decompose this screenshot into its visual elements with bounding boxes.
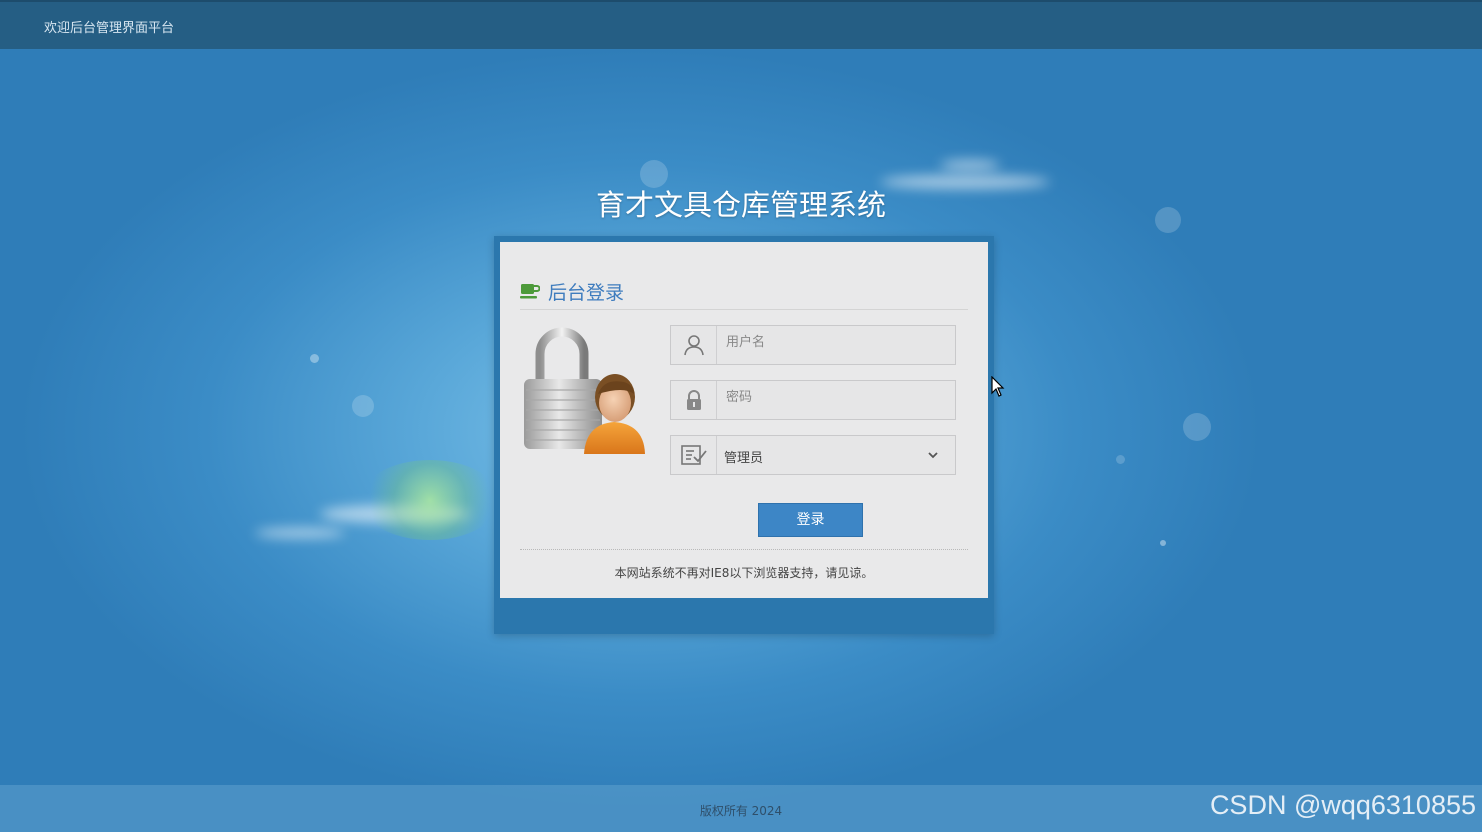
- lock-icon-box: [671, 381, 717, 419]
- browser-notice: 本网站系统不再对IE8以下浏览器支持，请见谅。: [614, 566, 874, 580]
- password-field[interactable]: [670, 380, 956, 420]
- welcome-text: 欢迎后台管理界面平台: [44, 21, 175, 36]
- lock-icon: [686, 390, 701, 410]
- panel-header: 后台登录: [520, 278, 968, 310]
- login-button[interactable]: 登录: [758, 503, 863, 537]
- login-panel-frame: 后台登录 用户名 管理员 登录 本网站系统不再对IE8以下浏览器支持，请见谅。: [494, 236, 994, 634]
- padlock-user-icon: [524, 327, 645, 454]
- system-title: 育才文具仓库管理系统: [595, 188, 886, 222]
- user-icon: [683, 335, 704, 356]
- checklist-icon: [680, 445, 707, 465]
- panel-title: 后台登录: [548, 282, 625, 304]
- role-select-value: 管理员: [724, 451, 764, 466]
- watermark-text: CSDN @wqq6310855: [1209, 790, 1476, 820]
- mouse-cursor-icon: [991, 376, 1005, 397]
- checklist-icon-box: [671, 436, 717, 474]
- divider: [520, 549, 968, 550]
- user-icon-box: [671, 326, 717, 364]
- top-bar: 欢迎后台管理界面平台: [0, 0, 1482, 49]
- username-input[interactable]: [726, 330, 946, 354]
- role-select[interactable]: 管理员: [670, 435, 956, 475]
- login-panel: 后台登录 用户名 管理员 登录 本网站系统不再对IE8以下浏览器支持，请见谅。: [500, 242, 988, 598]
- coffee-cup-icon: [520, 284, 540, 299]
- username-field[interactable]: [670, 325, 956, 365]
- password-input[interactable]: [726, 385, 946, 409]
- chevron-down-icon[interactable]: [927, 450, 939, 460]
